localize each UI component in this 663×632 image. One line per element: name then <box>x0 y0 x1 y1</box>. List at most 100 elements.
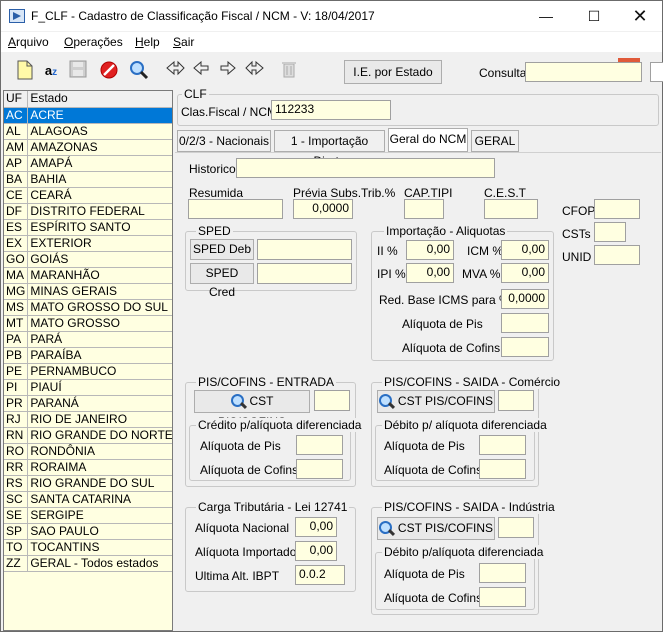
table-row[interactable]: MT MATO GROSSO <box>4 315 172 332</box>
table-row[interactable]: PA PARÁ <box>4 331 172 348</box>
table-row[interactable]: EX EXTERIOR <box>4 235 172 252</box>
cest-input[interactable] <box>484 199 538 219</box>
table-row[interactable]: BA BAHIA <box>4 171 172 188</box>
row-uf[interactable]: AM <box>4 139 29 156</box>
ultima-alt-ibpt-input[interactable]: 0.0.2 <box>295 565 345 585</box>
clf-ncm-input[interactable]: 112233 <box>271 100 391 120</box>
table-row[interactable]: TO TOCANTINS <box>4 539 172 556</box>
row-uf[interactable]: DF <box>4 203 29 220</box>
table-row[interactable]: MS MATO GROSSO DO SUL <box>4 299 172 316</box>
table-row[interactable]: ES ESPÍRITO SANTO <box>4 219 172 236</box>
sped-deb-button[interactable]: SPED Deb <box>190 239 254 260</box>
menu-operacoes[interactable]: Operações <box>64 35 123 49</box>
table-row[interactable]: RR RORAIMA <box>4 459 172 476</box>
table-row[interactable]: RN RIO GRANDE DO NORTE <box>4 427 172 444</box>
row-uf[interactable]: TO <box>4 539 29 556</box>
row-uf[interactable]: SE <box>4 507 29 524</box>
menu-arquivo[interactable]: Arquivo <box>8 35 49 49</box>
industria-aliquota-cofins-input[interactable] <box>479 587 526 607</box>
row-estado[interactable]: MATO GROSSO DO SUL <box>27 299 172 316</box>
table-row[interactable]: AL ALAGOAS <box>4 123 172 140</box>
unid-input[interactable] <box>594 245 640 265</box>
row-uf[interactable]: RS <box>4 475 29 492</box>
row-uf[interactable]: PA <box>4 331 29 348</box>
comercio-cst-input[interactable] <box>498 390 534 411</box>
mva-input[interactable]: 0,00 <box>501 263 549 283</box>
row-uf[interactable]: SP <box>4 523 29 540</box>
previa-subs-trib-input[interactable]: 0,0000 <box>293 199 353 219</box>
maximize-button[interactable]: ☐ <box>571 1 617 31</box>
row-estado[interactable]: EXTERIOR <box>27 235 172 252</box>
row-estado[interactable]: RONDÔNIA <box>27 443 172 460</box>
row-estado[interactable]: SAO PAULO <box>27 523 172 540</box>
row-estado[interactable]: PARÁ <box>27 331 172 348</box>
row-estado[interactable]: ALAGOAS <box>27 123 172 140</box>
entrada-cst-input[interactable] <box>314 390 350 411</box>
menu-sair[interactable]: Sair <box>173 35 194 49</box>
row-estado[interactable]: PERNAMBUCO <box>27 363 172 380</box>
entrada-aliquota-cofins-input[interactable] <box>296 459 343 479</box>
table-row[interactable]: CE CEARÁ <box>4 187 172 204</box>
row-estado[interactable]: ACRE <box>27 107 172 124</box>
cancel-icon[interactable] <box>98 60 120 82</box>
entrada-cst-pis-cofins-button[interactable]: CST PIS/COFINS <box>194 390 310 429</box>
ie-por-estado-button[interactable]: I.E. por Estado <box>344 60 442 84</box>
states-grid[interactable]: UFEstadoMACACREALALAGOASAMAMAZONASAPAMAP… <box>3 90 173 631</box>
comercio-aliquota-cofins-input[interactable] <box>479 459 526 479</box>
table-row[interactable]: PR PARANÁ <box>4 395 172 412</box>
row-uf[interactable]: ES <box>4 219 29 236</box>
row-estado[interactable]: BAHIA <box>27 171 172 188</box>
row-estado[interactable]: RIO GRANDE DO SUL <box>27 475 172 492</box>
row-estado[interactable]: MARANHÃO <box>27 267 172 284</box>
row-estado[interactable]: PARAÍBA <box>27 347 172 364</box>
row-estado[interactable]: RIO DE JANEIRO <box>27 411 172 428</box>
close-button[interactable]: ✕ <box>617 1 663 31</box>
table-row[interactable]: MG MINAS GERAIS <box>4 283 172 300</box>
sped-cred-button[interactable]: SPED Cred <box>190 263 254 299</box>
row-estado[interactable]: RORAIMA <box>27 459 172 476</box>
row-uf[interactable]: CE <box>4 187 29 204</box>
row-estado[interactable]: PIAUÍ <box>27 379 172 396</box>
row-estado[interactable]: CEARÁ <box>27 187 172 204</box>
row-uf[interactable]: AP <box>4 155 29 172</box>
grid-header-uf[interactable]: UF <box>4 91 29 108</box>
table-row[interactable]: AM AMAZONAS <box>4 139 172 156</box>
row-uf[interactable]: RN <box>4 427 29 444</box>
save-icon[interactable] <box>67 60 89 82</box>
sped-cred-input[interactable] <box>257 263 352 284</box>
new-document-icon[interactable] <box>14 60 36 82</box>
table-row[interactable]: RJ RIO DE JANEIRO <box>4 411 172 428</box>
cfop-input[interactable] <box>594 199 640 219</box>
table-row[interactable]: AC ACRE <box>4 107 172 124</box>
icms-input[interactable]: 0,00 <box>501 240 549 260</box>
tab-importacao-direta[interactable]: 1 - Importação Direta <box>274 130 385 168</box>
table-row[interactable]: SE SERGIPE <box>4 507 172 524</box>
historico-input[interactable] <box>236 158 495 178</box>
comercio-cst-pis-cofins-button[interactable]: CST PIS/COFINS <box>377 390 495 413</box>
row-estado[interactable]: DISTRITO FEDERAL <box>27 203 172 220</box>
row-estado[interactable]: MINAS GERAIS <box>27 283 172 300</box>
consulta-input[interactable] <box>525 62 642 82</box>
previous-record-icon[interactable] <box>190 60 212 82</box>
table-row[interactable]: PI PIAUÍ <box>4 379 172 396</box>
delete-icon[interactable] <box>278 60 300 82</box>
table-row[interactable]: GO GOIÁS <box>4 251 172 268</box>
spell-check-icon[interactable]: az <box>40 60 62 82</box>
row-estado[interactable]: PARANÁ <box>27 395 172 412</box>
row-estado[interactable]: AMAPÁ <box>27 155 172 172</box>
row-estado[interactable]: RIO GRANDE DO NORTE <box>27 427 172 444</box>
search-icon[interactable] <box>128 60 150 82</box>
red-base-icms-input[interactable]: 0,0000 <box>501 289 549 309</box>
row-estado[interactable]: ESPÍRITO SANTO <box>27 219 172 236</box>
imp-aliquota-pis-input[interactable] <box>501 313 549 333</box>
ipi-input[interactable]: 0,00 <box>406 263 454 283</box>
row-uf[interactable]: RO <box>4 443 29 460</box>
row-estado[interactable]: MATO GROSSO <box>27 315 172 332</box>
industria-cst-input[interactable] <box>498 517 534 538</box>
cap-tipi-input[interactable] <box>404 199 444 219</box>
row-uf[interactable]: RJ <box>4 411 29 428</box>
table-row[interactable]: PB PARAÍBA <box>4 347 172 364</box>
row-uf[interactable]: PI <box>4 379 29 396</box>
table-row[interactable]: DF DISTRITO FEDERAL <box>4 203 172 220</box>
industria-cst-pis-cofins-button[interactable]: CST PIS/COFINS <box>377 517 495 540</box>
